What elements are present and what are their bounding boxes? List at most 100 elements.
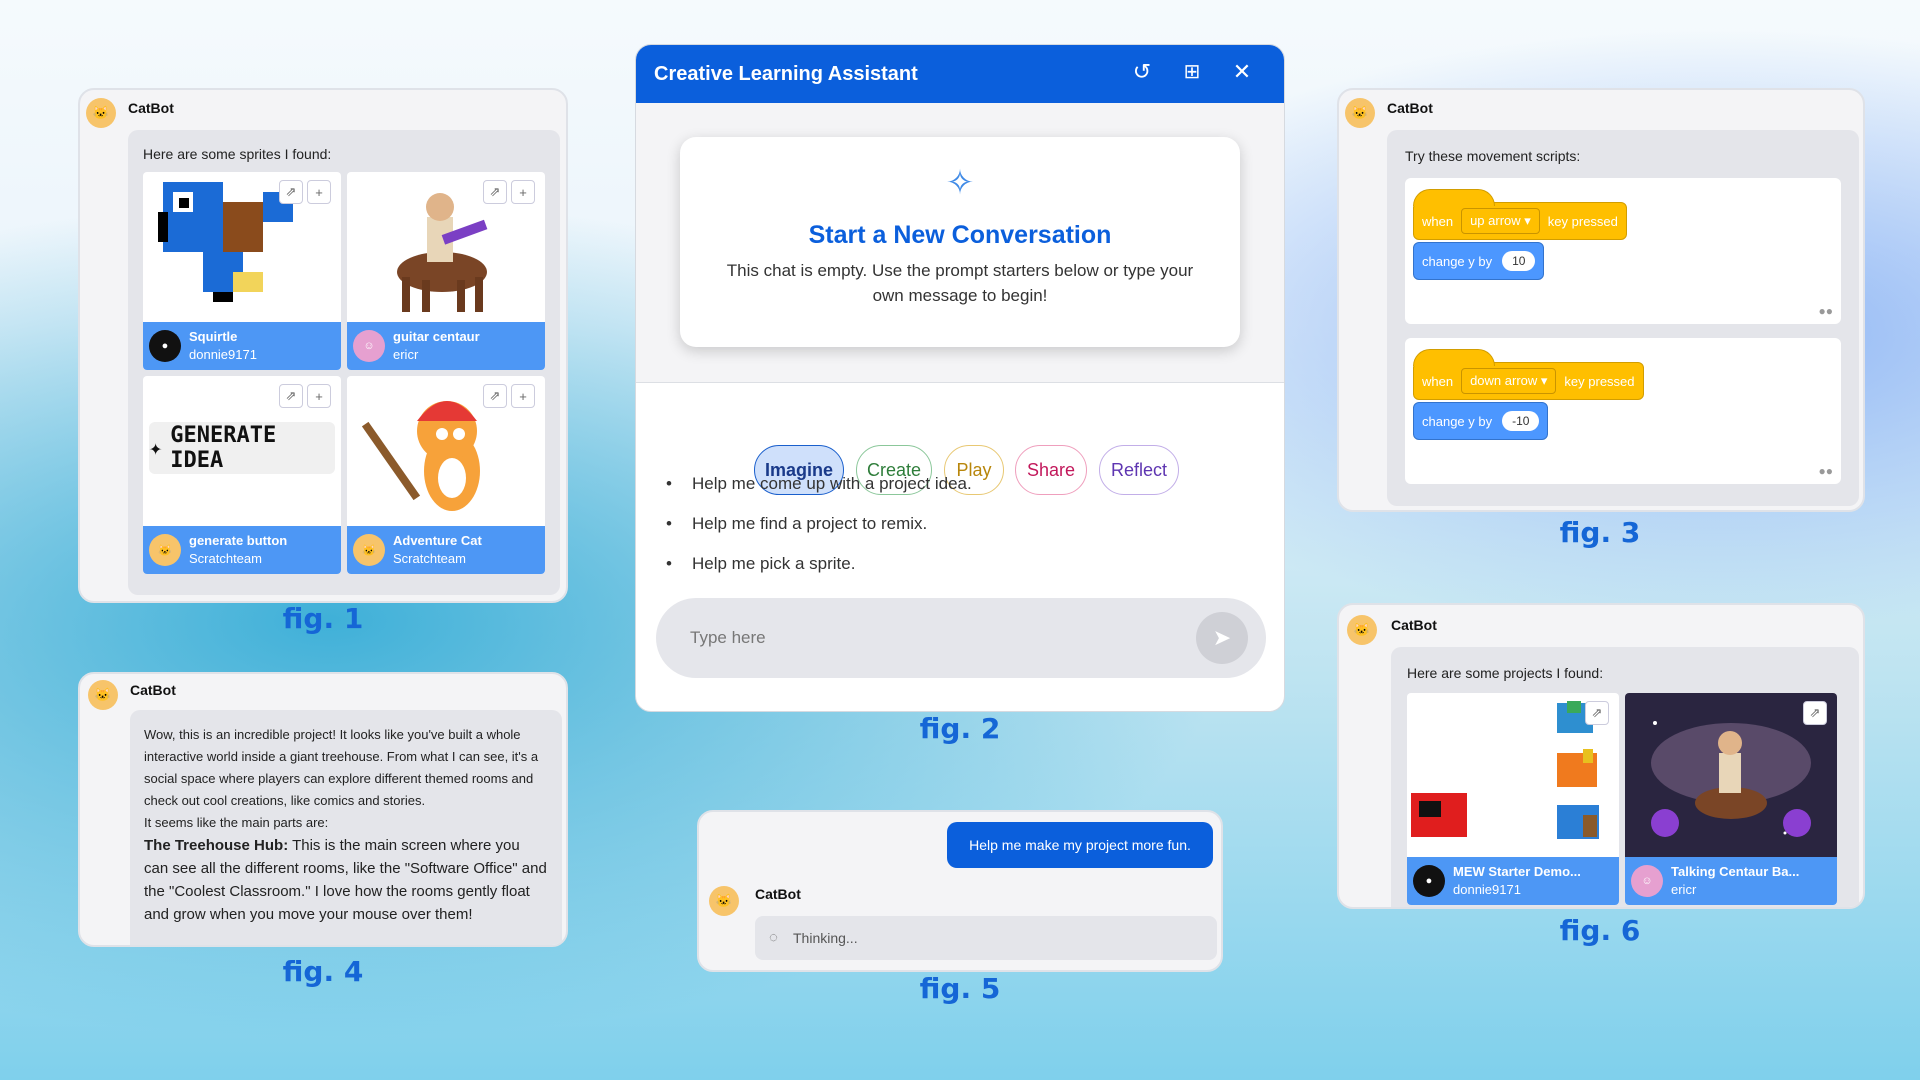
chip-share[interactable]: Share bbox=[1015, 445, 1087, 495]
message-paragraph: It seems like the main parts are: bbox=[144, 815, 329, 830]
user-avatar: ● bbox=[1413, 865, 1445, 897]
user-avatar: 🐱 bbox=[149, 534, 181, 566]
catbot-avatar: 🐱 bbox=[1345, 98, 1375, 128]
value-input[interactable]: -10 bbox=[1502, 411, 1540, 431]
project-card[interactable]: ⇗ ● MEW Starter Demo... donnie9171 bbox=[1407, 693, 1619, 905]
card-title: MEW Starter Demo... bbox=[1453, 864, 1581, 879]
card-title: generate button bbox=[189, 533, 288, 548]
change-y-block[interactable]: change y by 10 bbox=[1413, 242, 1545, 280]
user-message: Help me make my project more fun. bbox=[947, 822, 1213, 868]
open-external-icon[interactable]: ⇗ bbox=[1803, 701, 1827, 725]
sprite-card[interactable]: ⇗ + 🐱 Adventure Cat Scratchteam bbox=[347, 376, 545, 574]
message-paragraph: Wow, this is an incredible project! It l… bbox=[144, 727, 539, 808]
message-intro: Here are some projects I found: bbox=[1407, 665, 1604, 681]
thinking-text: Thinking... bbox=[793, 930, 858, 946]
fig6-panel: 🐱 CatBot Here are some projects I found:… bbox=[1337, 603, 1865, 909]
open-external-icon[interactable]: ⇗ bbox=[279, 384, 303, 408]
card-footer: ☺ Talking Centaur Ba... ericr bbox=[1625, 857, 1837, 905]
open-external-icon[interactable]: ⇗ bbox=[483, 180, 507, 204]
more-icon[interactable]: ●● bbox=[1819, 304, 1834, 318]
open-external-icon[interactable]: ⇗ bbox=[1585, 701, 1609, 725]
prompt-starter[interactable]: Help me pick a sprite. bbox=[666, 554, 856, 574]
message-bubble: Try these movement scripts: when up arrow… bbox=[1387, 130, 1859, 506]
add-icon[interactable]: + bbox=[511, 180, 535, 204]
card-user: donnie9171 bbox=[189, 347, 257, 362]
card-footer: 🐱 generate button Scratchteam bbox=[143, 526, 341, 574]
empty-state-text: own message to begin! bbox=[872, 286, 1048, 305]
card-title: Adventure Cat bbox=[393, 533, 482, 548]
open-external-icon[interactable]: ⇗ bbox=[483, 384, 507, 408]
catbot-avatar: 🐱 bbox=[86, 98, 116, 128]
figure-label: fig. 6 bbox=[1559, 914, 1641, 947]
add-icon[interactable]: + bbox=[511, 384, 535, 408]
window-header: Creative Learning Assistant ↺ ⊞ ✕ bbox=[636, 45, 1284, 103]
card-footer: ☺ guitar centaur ericr bbox=[347, 322, 545, 370]
catbot-avatar: 🐱 bbox=[1347, 615, 1377, 645]
bot-name: CatBot bbox=[128, 100, 174, 116]
empty-state-card: ✧ Start a New Conversation This chat is … bbox=[680, 137, 1240, 347]
chip-reflect[interactable]: Reflect bbox=[1099, 445, 1179, 495]
when-key-pressed-block[interactable]: when down arrow ▾ key pressed bbox=[1413, 349, 1644, 400]
fig4-panel: 🐱 CatBot Wow, this is an incredible proj… bbox=[78, 672, 568, 947]
when-key-pressed-block[interactable]: when up arrow ▾ key pressed bbox=[1413, 189, 1627, 240]
fig3-panel: 🐱 CatBot Try these movement scripts: whe… bbox=[1337, 88, 1865, 512]
card-user: ericr bbox=[1671, 882, 1697, 897]
value-input[interactable]: 10 bbox=[1502, 251, 1536, 271]
fig5-panel: Help me make my project more fun. 🐱 CatB… bbox=[697, 810, 1223, 972]
message-intro: Here are some sprites I found: bbox=[143, 146, 332, 162]
card-title: Squirtle bbox=[189, 329, 238, 344]
generate-idea-image: ✦ GENERATE IDEA bbox=[149, 422, 335, 474]
figure-label: fig. 1 bbox=[282, 602, 364, 635]
card-footer: ● Squirtle donnie9171 bbox=[143, 322, 341, 370]
window-title: Creative Learning Assistant bbox=[654, 63, 918, 85]
script-panel: when up arrow ▾ key pressed change y by 10 … bbox=[1405, 178, 1841, 324]
bot-name: CatBot bbox=[1387, 100, 1433, 116]
catbot-avatar: 🐱 bbox=[709, 886, 739, 916]
card-footer: ● MEW Starter Demo... donnie9171 bbox=[1407, 857, 1619, 905]
bot-name: CatBot bbox=[755, 886, 801, 902]
figure-label: fig. 2 bbox=[919, 712, 1001, 745]
message-intro: Try these movement scripts: bbox=[1405, 148, 1581, 164]
message-bubble: Wow, this is an incredible project! It l… bbox=[130, 710, 562, 945]
catbot-avatar: 🐱 bbox=[88, 680, 118, 710]
spinner-icon: ◌ bbox=[769, 929, 778, 946]
add-icon[interactable]: + bbox=[307, 384, 331, 408]
change-y-block[interactable]: change y by -10 bbox=[1413, 402, 1549, 440]
more-icon[interactable]: ●● bbox=[1819, 464, 1834, 478]
new-chat-icon[interactable]: ⊞ bbox=[1178, 59, 1206, 87]
prompt-starter[interactable]: Help me find a project to remix. bbox=[666, 514, 927, 534]
empty-state-title: Start a New Conversation bbox=[808, 221, 1112, 249]
sprite-card[interactable]: ✦ GENERATE IDEA ⇗ + 🐱 generate button Scr… bbox=[143, 376, 341, 574]
empty-state-area: ✧ Start a New Conversation This chat is … bbox=[636, 103, 1284, 383]
card-footer: 🐱 Adventure Cat Scratchteam bbox=[347, 526, 545, 574]
fig1-panel: 🐱 CatBot Here are some sprites I found: … bbox=[78, 88, 568, 603]
script-panel: when down arrow ▾ key pressed change y by -… bbox=[1405, 338, 1841, 484]
prompt-starter[interactable]: Help me come up with a project idea. bbox=[666, 474, 972, 494]
figure-label: fig. 4 bbox=[282, 955, 364, 988]
figure-label: fig. 3 bbox=[1559, 516, 1641, 549]
key-dropdown[interactable]: down arrow ▾ bbox=[1461, 368, 1557, 394]
project-card[interactable]: ⇗ ☺ Talking Centaur Ba... ericr bbox=[1625, 693, 1837, 905]
card-title: Talking Centaur Ba... bbox=[1671, 864, 1800, 879]
card-user: Scratchteam bbox=[393, 551, 466, 566]
close-icon[interactable]: ✕ bbox=[1228, 59, 1256, 87]
sparkle-icon: ✦ bbox=[149, 435, 163, 461]
key-dropdown[interactable]: up arrow ▾ bbox=[1461, 208, 1540, 234]
add-icon[interactable]: + bbox=[307, 180, 331, 204]
sprite-card[interactable]: ⇗ + ☺ guitar centaur ericr bbox=[347, 172, 545, 370]
sparkle-icon: ✧ bbox=[945, 164, 975, 202]
card-user: ericr bbox=[393, 347, 419, 362]
user-avatar: ● bbox=[149, 330, 181, 362]
bot-name: CatBot bbox=[130, 682, 176, 698]
sprite-card[interactable]: ⇗ + ● Squirtle donnie9171 bbox=[143, 172, 341, 370]
user-avatar: 🐱 bbox=[353, 534, 385, 566]
message-input[interactable]: Type here ➤ bbox=[656, 598, 1266, 678]
message-bubble: Here are some projects I found: ⇗ ● MEW … bbox=[1391, 647, 1859, 907]
send-icon[interactable]: ➤ bbox=[1196, 612, 1248, 664]
open-external-icon[interactable]: ⇗ bbox=[279, 180, 303, 204]
bold-heading: The Treehouse Hub: bbox=[144, 837, 289, 854]
card-user: Scratchteam bbox=[189, 551, 262, 566]
input-placeholder: Type here bbox=[690, 628, 766, 647]
user-avatar: ☺ bbox=[1631, 865, 1663, 897]
history-icon[interactable]: ↺ bbox=[1128, 59, 1156, 87]
